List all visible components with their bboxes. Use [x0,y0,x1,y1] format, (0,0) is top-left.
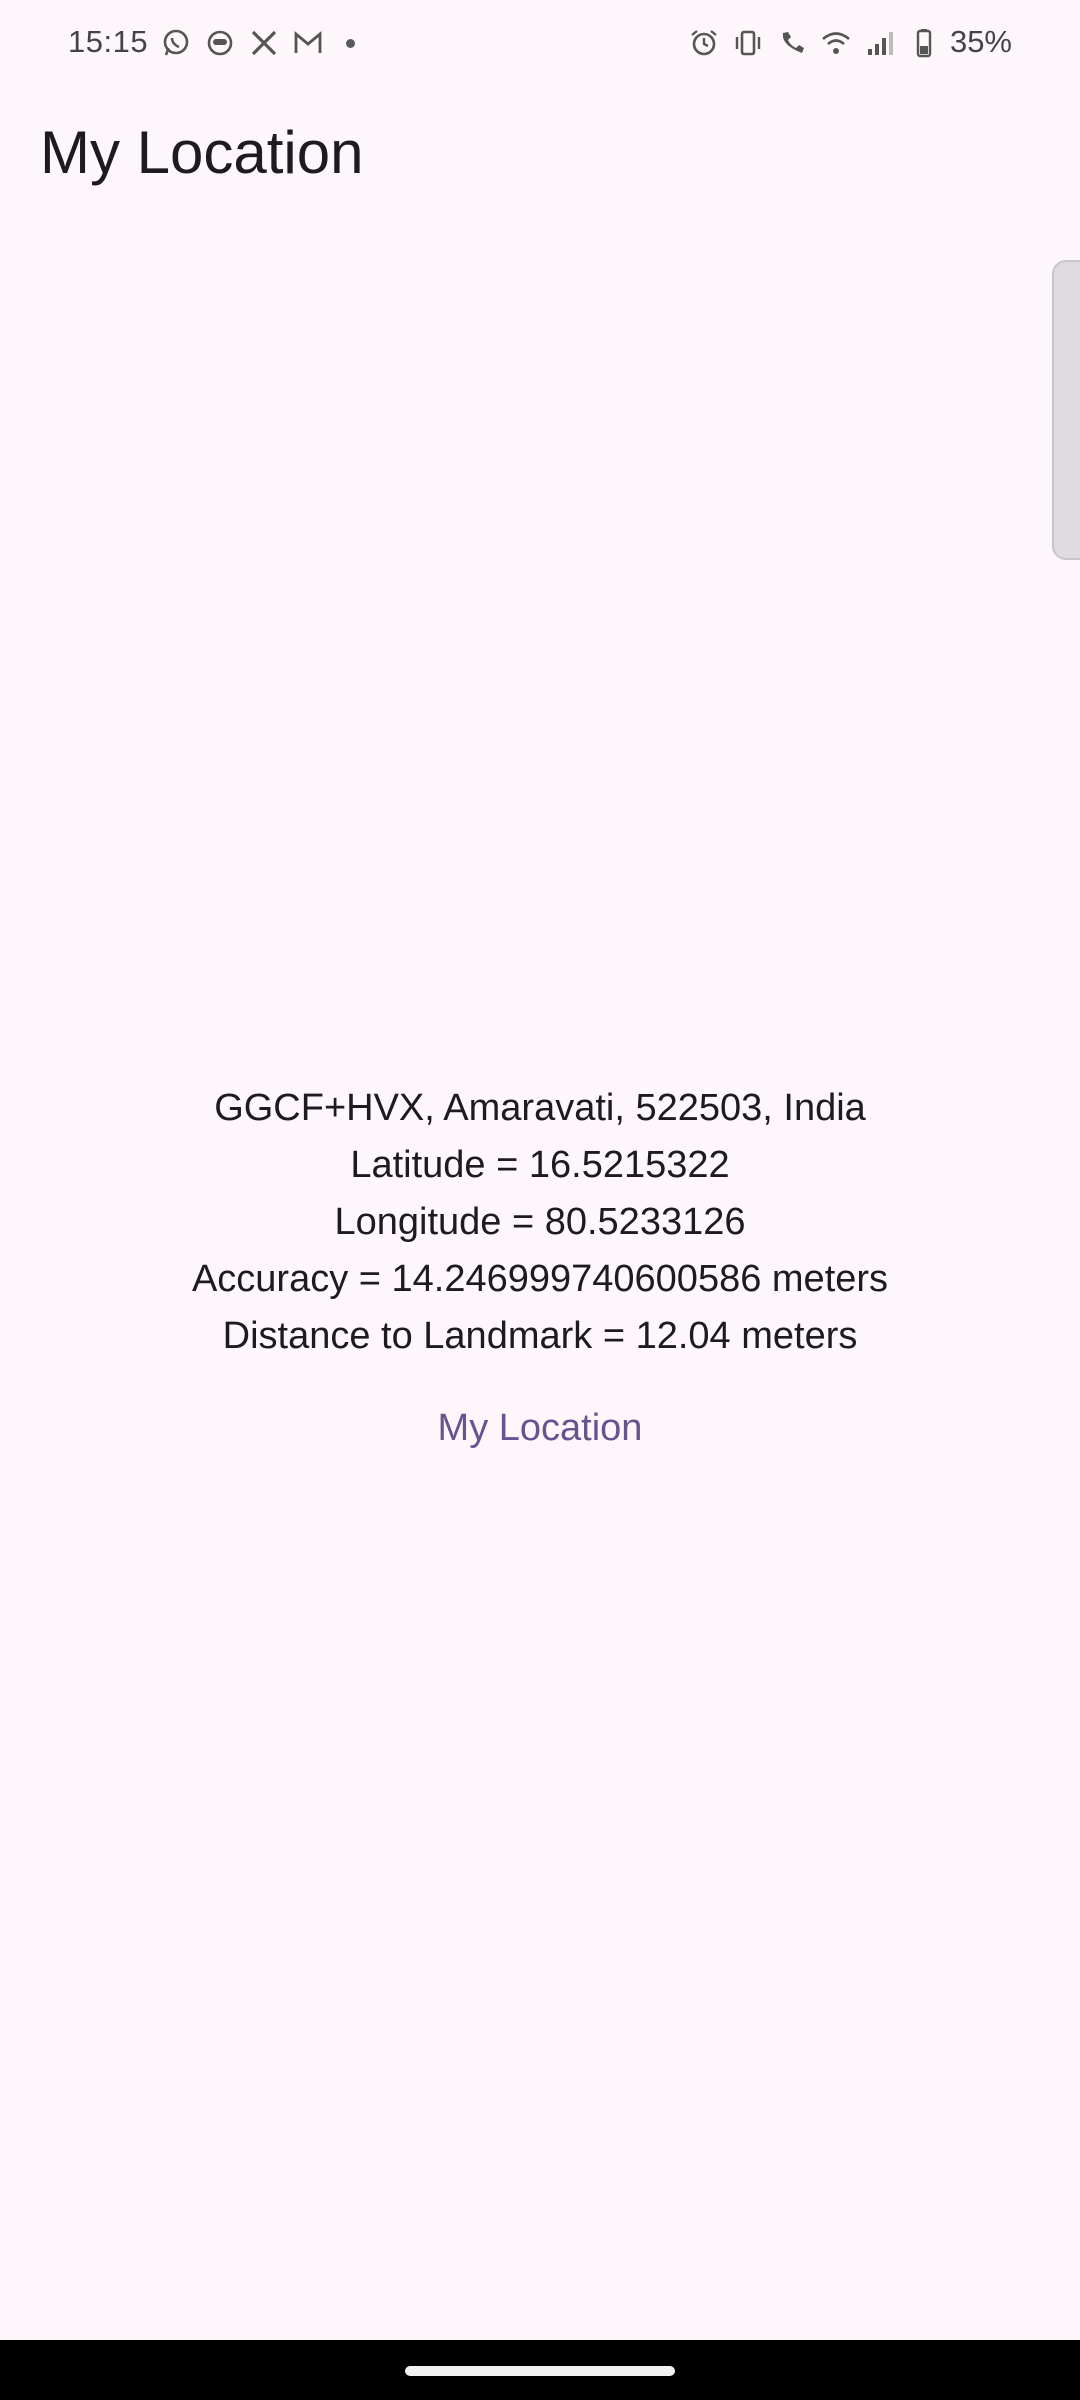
alarm-icon [688,27,720,59]
wifi-icon [820,27,852,59]
longitude-text: Longitude = 80.5233126 [334,1201,746,1243]
signal-icon [864,27,896,59]
chat-bubble-icon [204,27,236,59]
page-title: My Location [40,119,364,186]
accuracy-text: Accuracy = 14.246999740600586 meters [191,1258,889,1300]
location-info: GGCF+HVX, Amaravati, 522503, India Latit… [0,1080,1080,1462]
wifi-calling-icon [776,27,808,59]
status-time: 15:15 [68,24,149,59]
edge-panel-handle[interactable] [1052,260,1080,560]
notification-dot-icon [346,38,355,48]
battery-percent: 35% [949,24,1012,59]
home-gesture-handle[interactable] [405,2366,675,2376]
vibrate-icon [732,27,764,59]
status-bar: 15:15 35% [0,0,1080,88]
distance-text: Distance to Landmark = 12.04 meters [222,1315,858,1357]
whatsapp-icon [160,27,192,59]
system-icons [688,26,940,60]
gmail-icon [292,27,324,59]
latitude-text: Latitude = 16.5215322 [350,1144,730,1186]
my-location-button[interactable]: My Location [398,1395,683,1462]
address-text: GGCF+HVX, Amaravati, 522503, India [214,1087,866,1129]
x-icon [248,27,280,59]
battery-icon [908,27,940,59]
navigation-bar [0,2340,1080,2400]
notification-icons [160,26,355,60]
